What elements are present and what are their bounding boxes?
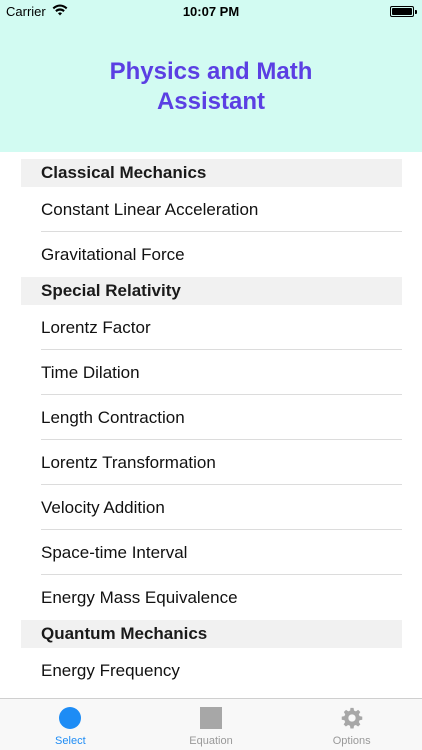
list-item-energy-frequency[interactable]: Energy Frequency [21,648,402,693]
tab-bar: Select Equation Options [0,698,422,750]
tab-label-options: Options [332,735,371,747]
gear-icon [341,707,362,729]
clock: 10:07 PM [182,4,240,19]
list-item-velocity-addition[interactable]: Velocity Addition [21,485,402,530]
list-item-energy-mass-equivalence[interactable]: Energy Mass Equivalence [21,575,402,620]
square-icon [200,707,222,729]
circle-icon [59,707,82,729]
tab-equation[interactable]: Equation [141,699,282,750]
list-item-length-contraction[interactable]: Length Contraction [21,395,402,440]
tab-select[interactable]: Select [0,699,141,750]
list-item-lorentz-factor[interactable]: Lorentz Factor [21,305,402,350]
status-bar: Carrier 10:07 PM [0,0,422,22]
list-item-lorentz-transformation[interactable]: Lorentz Transformation [21,440,402,485]
section-header-special-relativity: Special Relativity [21,277,402,305]
list-item-time-dilation[interactable]: Time Dilation [21,350,402,395]
battery-icon [390,6,417,17]
topic-list: Classical Mechanics Constant Linear Acce… [21,159,402,693]
tab-label-equation: Equation [189,735,233,747]
section-header-quantum-mechanics: Quantum Mechanics [21,620,402,648]
section-header-classical-mechanics: Classical Mechanics [21,159,402,187]
tab-label-select: Select [55,735,86,747]
app-title: Physics and Math Assistant [109,58,313,115]
list-item-constant-linear-acceleration[interactable]: Constant Linear Acceleration [21,187,402,232]
tab-options[interactable]: Options [281,699,422,750]
list-item-gravitational-force[interactable]: Gravitational Force [21,232,402,277]
list-item-space-time-interval[interactable]: Space-time Interval [21,530,402,575]
app-header: Physics and Math Assistant [0,22,422,152]
